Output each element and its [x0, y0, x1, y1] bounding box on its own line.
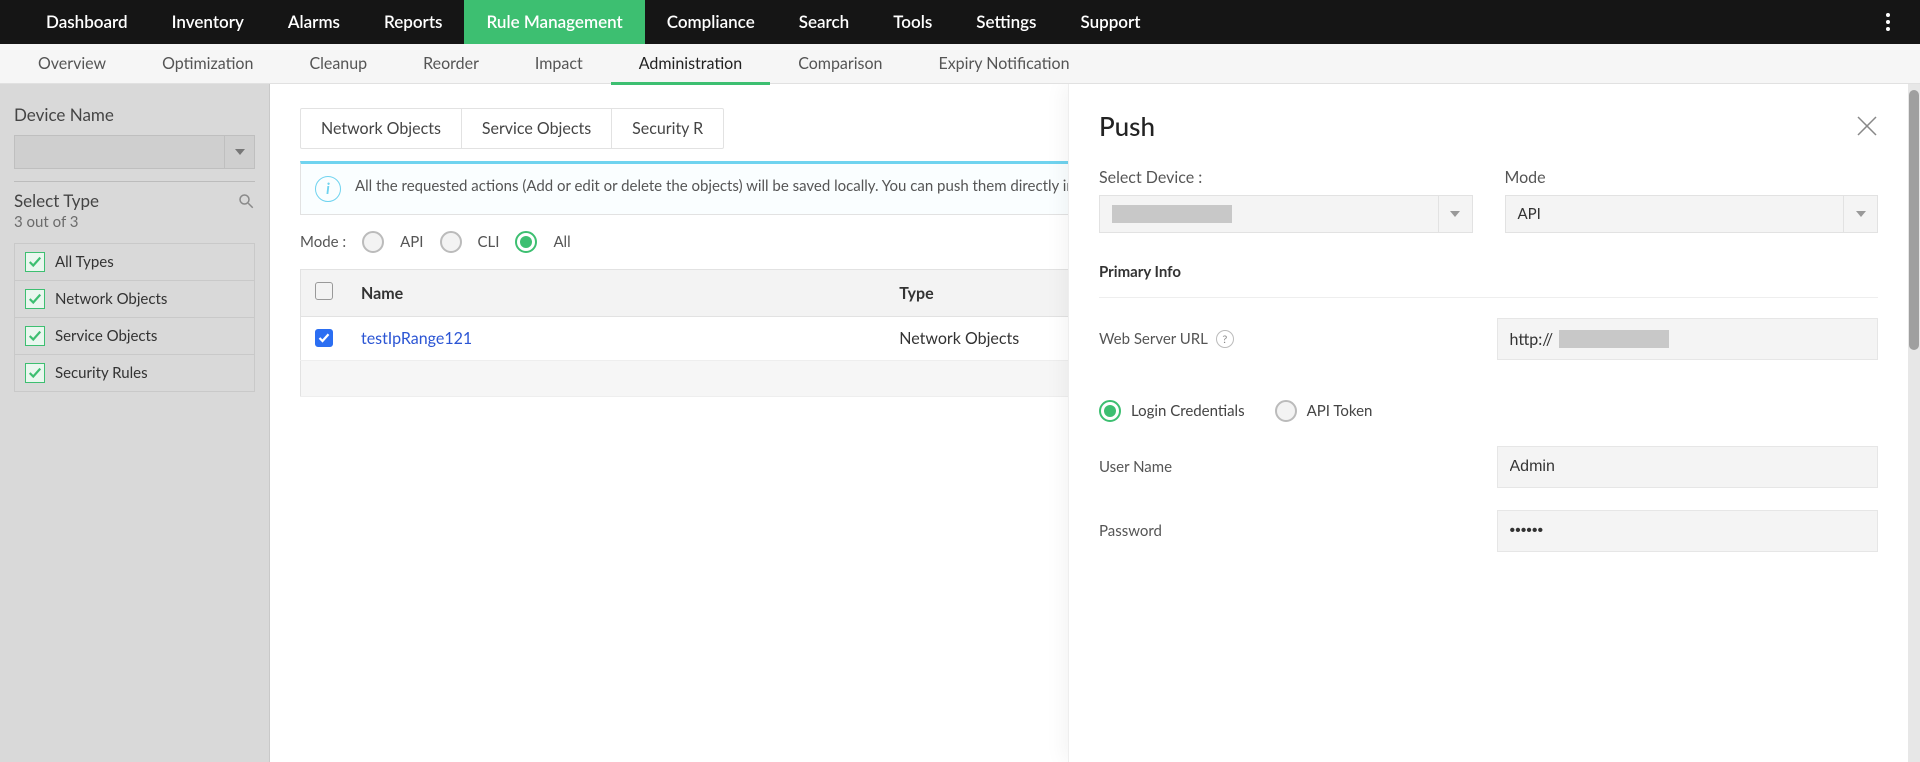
sidebar: Device Name Select Type 3 out of 3 All T…	[0, 84, 270, 762]
select-all-checkbox[interactable]	[315, 282, 333, 300]
nav-search[interactable]: Search	[777, 0, 871, 44]
subnav-overview[interactable]: Overview	[10, 44, 134, 84]
mode-option-api: API	[400, 233, 423, 251]
mode-radio-all[interactable]	[515, 231, 537, 253]
nav-compliance[interactable]: Compliance	[645, 0, 777, 44]
select-device-value	[1112, 205, 1232, 223]
subnav-reorder[interactable]: Reorder	[395, 44, 507, 84]
type-label: Security Rules	[55, 364, 148, 382]
check-icon	[25, 326, 45, 346]
mode-label: Mode :	[300, 233, 346, 251]
type-row-service[interactable]: Service Objects	[15, 318, 254, 355]
primary-info-title: Primary Info	[1099, 263, 1878, 281]
nav-tools[interactable]: Tools	[871, 0, 954, 44]
subnav-expiry-notification[interactable]: Expiry Notification	[910, 44, 1097, 84]
nav-alarms[interactable]: Alarms	[266, 0, 362, 44]
scrollbar[interactable]	[1908, 84, 1920, 762]
mode-radio-api[interactable]	[362, 231, 384, 253]
type-label: All Types	[55, 253, 114, 271]
nav-inventory[interactable]: Inventory	[150, 0, 266, 44]
type-count: 3 out of 3	[14, 213, 255, 231]
subnav-impact[interactable]: Impact	[507, 44, 611, 84]
subnav-administration[interactable]: Administration	[611, 44, 770, 84]
tab-service-objects[interactable]: Service Objects	[462, 109, 612, 148]
nav-reports[interactable]: Reports	[362, 0, 464, 44]
auth-radio-login[interactable]	[1099, 400, 1121, 422]
col-name: Name	[347, 270, 885, 317]
password-input[interactable]	[1497, 510, 1879, 552]
row-name-link[interactable]: testIpRange121	[361, 329, 472, 348]
mode-value: API	[1518, 205, 1541, 223]
password-label: Password	[1099, 522, 1162, 540]
sub-nav: Overview Optimization Cleanup Reorder Im…	[0, 44, 1920, 84]
object-tabs: Network Objects Service Objects Security…	[300, 108, 724, 149]
overflow-menu-icon[interactable]	[1876, 10, 1900, 34]
auth-method: Login Credentials API Token	[1099, 400, 1878, 422]
row-type: Network Objects	[899, 329, 1019, 348]
scrollbar-thumb[interactable]	[1909, 90, 1919, 350]
nav-support[interactable]: Support	[1058, 0, 1162, 44]
device-name-label: Device Name	[14, 104, 255, 125]
main-content: Network Objects Service Objects Security…	[270, 84, 1920, 762]
select-device-dropdown[interactable]	[1099, 195, 1473, 233]
push-panel: Push Select Device : Mode	[1068, 84, 1908, 762]
check-icon	[25, 289, 45, 309]
mode-option-all: All	[553, 233, 570, 251]
auth-radio-token[interactable]	[1275, 400, 1297, 422]
type-list: All Types Network Objects Service Object…	[14, 243, 255, 392]
nav-rule-management[interactable]: Rule Management	[464, 0, 644, 44]
check-icon	[25, 252, 45, 272]
search-icon[interactable]	[237, 192, 255, 210]
row-checkbox[interactable]	[315, 329, 333, 347]
mode-dropdown[interactable]: API	[1505, 195, 1879, 233]
select-device-label: Select Device :	[1099, 168, 1473, 187]
help-icon[interactable]: ?	[1216, 330, 1234, 348]
tab-network-objects[interactable]: Network Objects	[301, 109, 462, 148]
device-select-caret-icon[interactable]	[225, 135, 255, 169]
chevron-down-icon	[1438, 196, 1472, 232]
username-label: User Name	[1099, 458, 1172, 476]
nav-settings[interactable]: Settings	[954, 0, 1058, 44]
select-type-label: Select Type	[14, 190, 99, 211]
subnav-comparison[interactable]: Comparison	[770, 44, 910, 84]
type-row-security[interactable]: Security Rules	[15, 355, 254, 391]
web-url-label: Web Server URL	[1099, 330, 1208, 348]
panel-title: Push	[1099, 110, 1155, 142]
type-row-all[interactable]: All Types	[15, 244, 254, 281]
close-icon[interactable]	[1856, 115, 1878, 137]
check-icon	[25, 363, 45, 383]
subnav-optimization[interactable]: Optimization	[134, 44, 281, 84]
type-row-network[interactable]: Network Objects	[15, 281, 254, 318]
chevron-down-icon	[1843, 196, 1877, 232]
mode-radio-cli[interactable]	[440, 231, 462, 253]
web-url-masked	[1559, 330, 1669, 348]
type-label: Network Objects	[55, 290, 167, 308]
mode-label: Mode	[1505, 168, 1879, 187]
mode-option-cli: CLI	[478, 233, 500, 251]
web-url-prefix: http://	[1510, 330, 1554, 349]
device-select-field[interactable]	[14, 135, 225, 169]
type-label: Service Objects	[55, 327, 157, 345]
username-input[interactable]	[1497, 446, 1879, 488]
nav-dashboard[interactable]: Dashboard	[24, 0, 150, 44]
top-nav: Dashboard Inventory Alarms Reports Rule …	[0, 0, 1920, 44]
info-icon: i	[315, 176, 341, 202]
auth-option-login: Login Credentials	[1131, 402, 1245, 420]
subnav-cleanup[interactable]: Cleanup	[281, 44, 395, 84]
auth-option-token: API Token	[1307, 402, 1373, 420]
web-url-input[interactable]: http://	[1497, 318, 1879, 360]
device-select[interactable]	[14, 135, 255, 169]
tab-security-rules[interactable]: Security R	[612, 109, 723, 148]
